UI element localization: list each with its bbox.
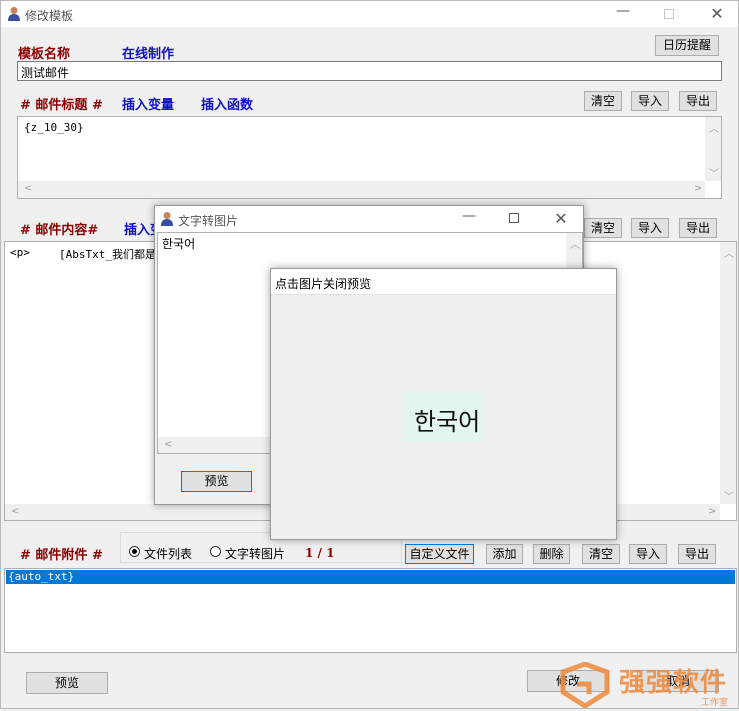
minimize-icon[interactable]: — <box>459 208 479 224</box>
insert-variable-link[interactable]: 插入变量 <box>122 94 174 113</box>
minimize-icon[interactable]: — <box>613 3 633 19</box>
file-list-radio-label[interactable]: 文件列表 <box>144 545 192 562</box>
watermark-logo-icon <box>559 661 611 709</box>
attachment-label: # 邮件附件 # <box>20 548 103 563</box>
insert-function-link[interactable]: 插入函数 <box>201 94 253 113</box>
app-user-icon <box>7 6 21 21</box>
content-text: [AbsTxt_我们都是爱 <box>59 248 167 261</box>
content-clear-button[interactable]: 清空 <box>584 218 622 238</box>
preview-image[interactable]: 한국어 <box>404 392 484 442</box>
content-label: # 邮件内容# <box>20 223 99 238</box>
main-window-title: 修改模板 <box>25 9 74 23</box>
subject-value: {z_10_30} <box>24 121 84 134</box>
scroll-up-icon[interactable]: ︿ <box>570 236 580 251</box>
watermark-text: 强强软件 <box>619 668 728 698</box>
preview-button[interactable]: 预览 <box>26 672 108 694</box>
subject-label: # 邮件标题 # <box>20 98 103 113</box>
subject-textarea[interactable]: {z_10_30} ︿ ﹀ < > <box>17 116 722 199</box>
add-attachment-button[interactable]: 添加 <box>486 544 523 564</box>
text-to-image-title-bar: 文字转图片 — ✕ <box>155 206 583 232</box>
online-make-link[interactable]: 在线制作 <box>122 43 174 62</box>
scroll-up-icon[interactable]: ︿ <box>709 120 719 135</box>
delete-attachment-button[interactable]: 删除 <box>533 544 570 564</box>
scroll-right-icon[interactable]: > <box>708 506 716 517</box>
scroll-right-icon[interactable]: > <box>694 183 702 194</box>
list-item[interactable]: {auto_txt} <box>6 570 735 584</box>
scroll-down-icon[interactable]: ﹀ <box>709 165 719 180</box>
page-indicator: 1 / 1 <box>305 546 335 560</box>
text-to-image-radio[interactable] <box>210 546 221 557</box>
file-list-radio[interactable] <box>129 546 140 557</box>
content-import-button[interactable]: 导入 <box>631 218 669 238</box>
template-name-input[interactable]: 测试邮件 <box>17 61 722 81</box>
preview-image-text: 한국어 <box>414 408 481 436</box>
attachment-list[interactable]: {auto_txt} <box>4 568 737 653</box>
text-to-image-value: 한국어 <box>162 237 196 251</box>
watermark-subtext: 工作室 <box>701 698 729 708</box>
scroll-down-icon[interactable]: ﹀ <box>724 488 734 503</box>
scroll-up-icon[interactable]: ︿ <box>724 245 734 260</box>
preview-popup-title: 点击图片关闭预览 <box>275 277 372 291</box>
calendar-reminder-button[interactable]: 日历提醒 <box>655 35 719 56</box>
template-name-value: 测试邮件 <box>21 66 70 80</box>
content-export-button[interactable]: 导出 <box>679 218 717 238</box>
attachment-clear-button[interactable]: 清空 <box>582 544 620 564</box>
text-to-image-radio-label[interactable]: 文字转图片 <box>225 545 285 562</box>
scroll-left-icon[interactable]: < <box>11 506 19 517</box>
scroll-left-icon[interactable]: < <box>164 439 172 450</box>
subject-hscrollbar[interactable]: < > <box>18 181 705 198</box>
app-user-icon <box>160 211 174 226</box>
close-icon[interactable]: ✕ <box>707 4 727 23</box>
maximize-icon[interactable] <box>664 9 674 19</box>
attachment-import-button[interactable]: 导入 <box>629 544 667 564</box>
subject-import-button[interactable]: 导入 <box>631 91 669 111</box>
close-icon[interactable]: ✕ <box>551 209 571 228</box>
subject-clear-button[interactable]: 清空 <box>584 91 622 111</box>
scroll-left-icon[interactable]: < <box>24 183 32 194</box>
maximize-icon[interactable] <box>509 213 519 223</box>
attachment-item-text: {auto_txt} <box>8 570 75 583</box>
text-to-image-preview-button[interactable]: 预览 <box>181 471 252 492</box>
attachment-export-button[interactable]: 导出 <box>678 544 716 564</box>
content-tag: <p> <box>10 246 30 259</box>
preview-popup[interactable]: 点击图片关闭预览 한국어 <box>270 268 617 540</box>
main-title-bar: 修改模板 — ✕ <box>1 1 738 27</box>
subject-vscrollbar[interactable]: ︿ ﹀ <box>705 117 721 181</box>
text-to-image-title: 文字转图片 <box>178 214 239 228</box>
subject-export-button[interactable]: 导出 <box>679 91 717 111</box>
custom-file-button[interactable]: 自定义文件 <box>405 544 474 564</box>
template-name-label: 模板名称 <box>18 47 71 62</box>
content-vscrollbar[interactable]: ︿ ﹀ <box>720 242 736 504</box>
preview-popup-title-bar: 点击图片关闭预览 <box>271 269 616 295</box>
